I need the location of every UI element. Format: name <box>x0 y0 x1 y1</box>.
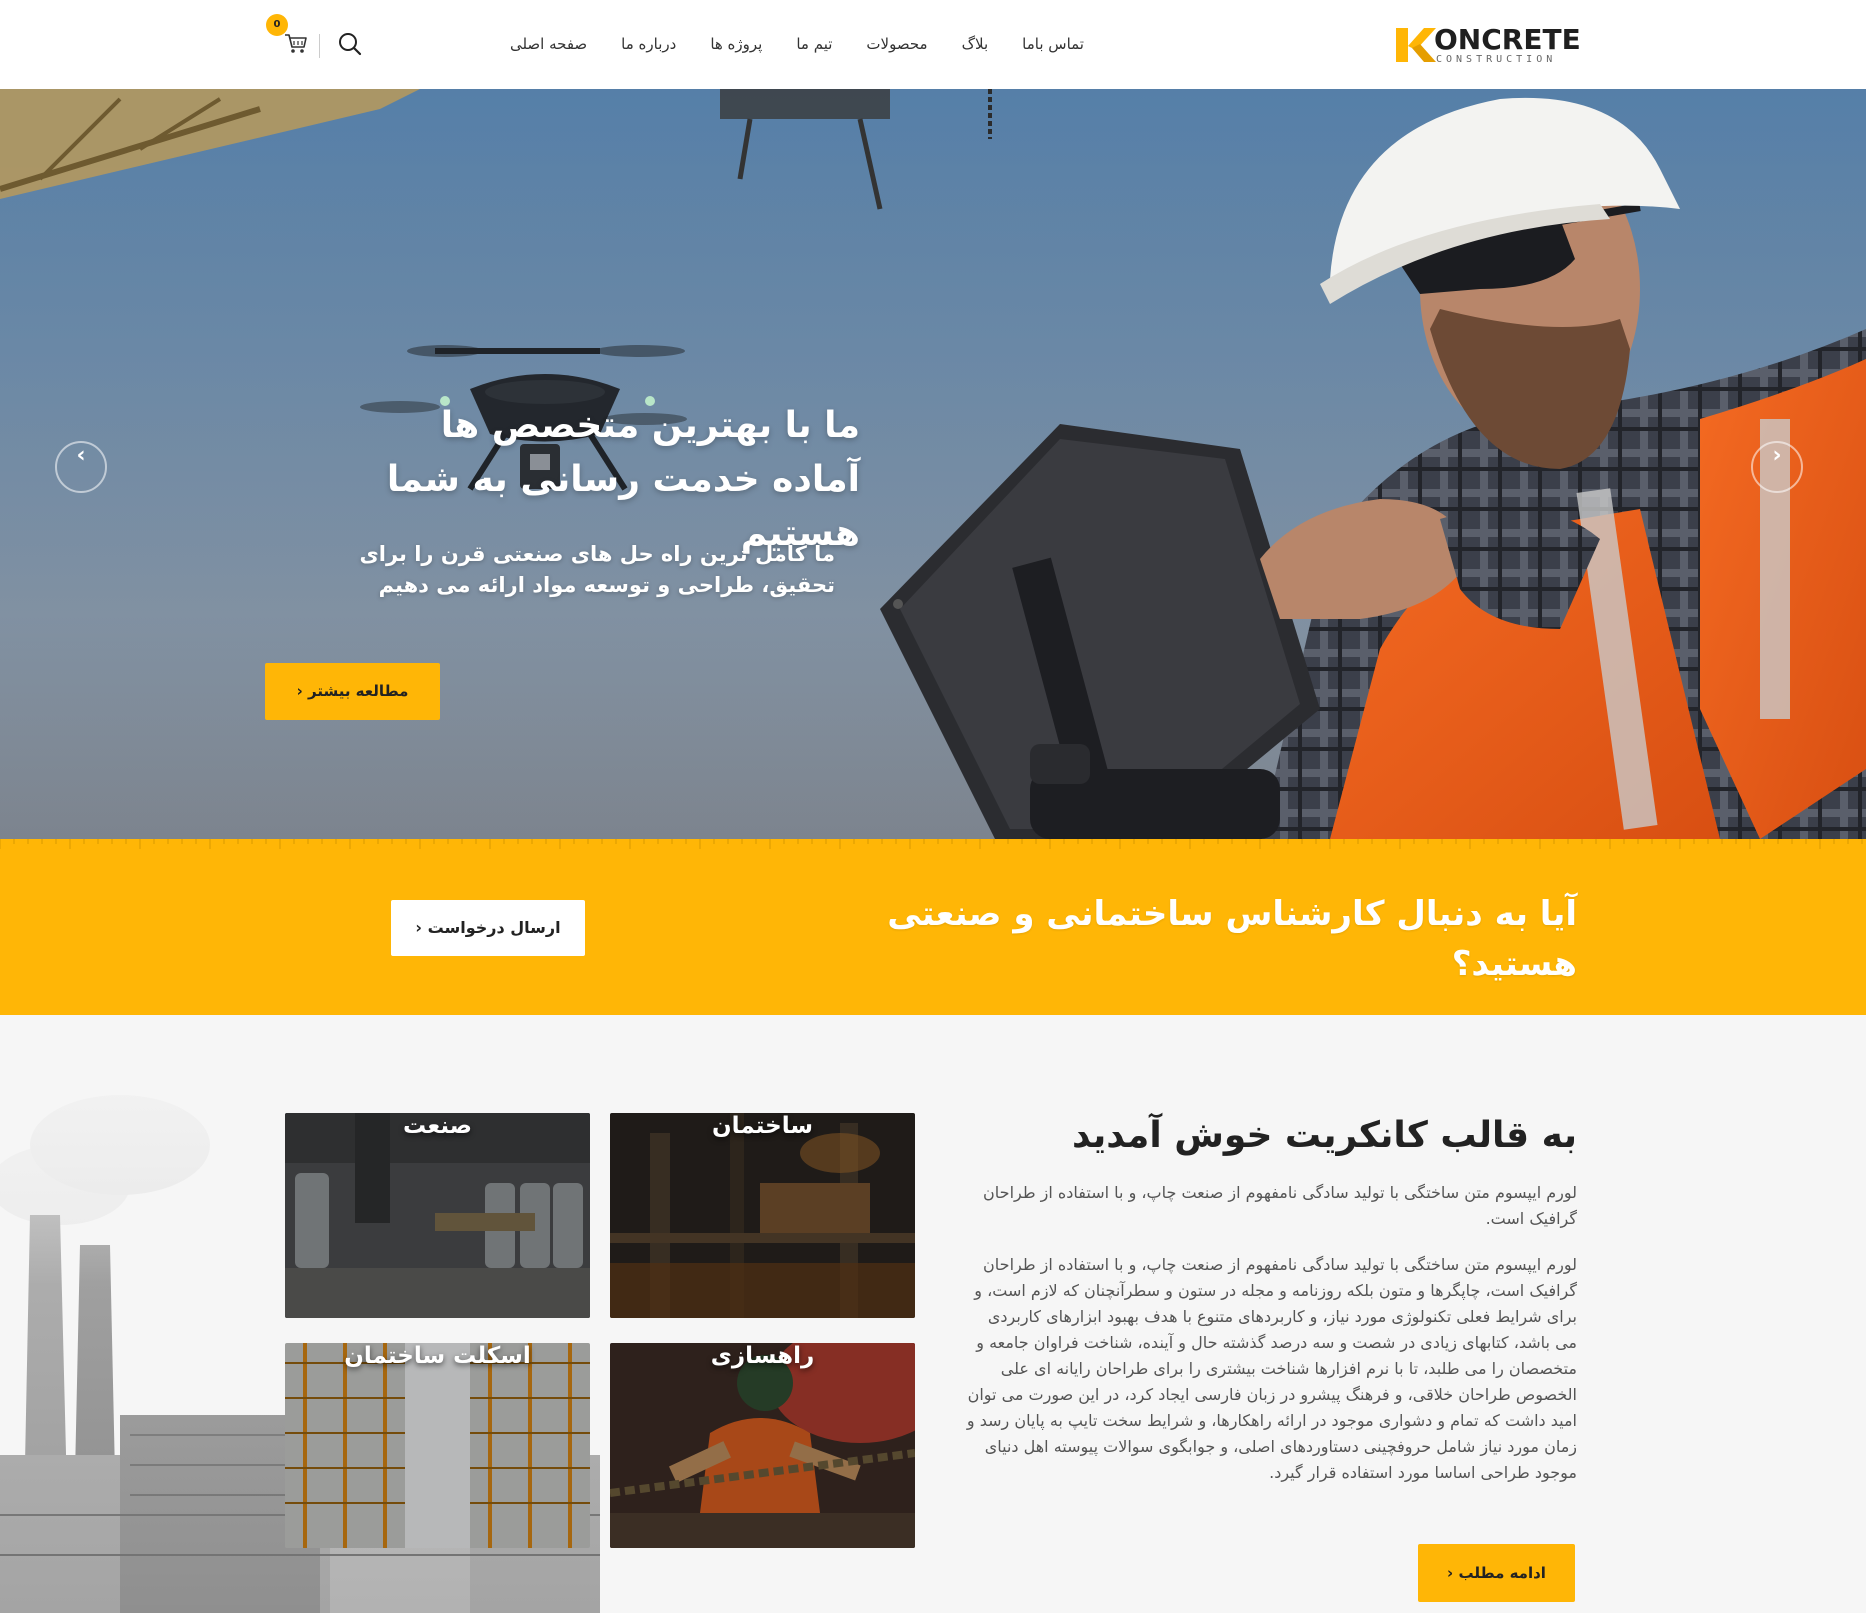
tile-label: صنعت <box>403 1113 472 1139</box>
cta-band: آیا به دنبال کارشناس ساختمانی و صنعتی هس… <box>0 839 1866 1015</box>
page: ONCRETE CONSTRUCTION صفحه اصلی درباره ما… <box>0 0 1866 1613</box>
send-request-label: ارسال درخواست <box>427 918 561 937</box>
search-icon <box>339 33 362 56</box>
cta-heading: آیا به دنبال کارشناس ساختمانی و صنعتی هس… <box>887 894 1577 984</box>
hero-title-line1: ما با بهترین متخصص ها <box>440 405 860 446</box>
service-tile-structure[interactable]: اسکلت ساختمان <box>285 1343 590 1548</box>
welcome-paragraph-2: لورم ایپسوم متن ساختگی با تولید سادگی نا… <box>966 1255 1577 1482</box>
hero-subtitle-line1: ما کامل ترین راه حل های صنعتی قرن را برا… <box>359 542 835 566</box>
chevron-left-icon: ‹ <box>76 443 86 468</box>
read-more-label: مطالعه بیشتر <box>307 682 409 700</box>
nav-item-contact[interactable]: تماس باما <box>1022 30 1084 58</box>
service-tile-industry[interactable]: صنعت <box>285 1113 590 1318</box>
read-more-button[interactable]: مطالعه بیشتر ‹ <box>265 663 440 720</box>
logo-wordmark: ONCRETE <box>1434 23 1581 56</box>
welcome-section: ساختمان صنعت راهسازی اسکلت ساختمان به قا… <box>0 1015 1866 1613</box>
hero-subtitle-line2: تحقیق، طراحی و توسعه مواد ارائه می دهیم <box>378 573 835 597</box>
nav-item-home[interactable]: صفحه اصلی <box>510 30 587 58</box>
welcome-title: به قالب کانکریت خوش آمدید <box>1071 1115 1577 1156</box>
logo-k-mark <box>1396 28 1436 62</box>
hero-slider: ‹ › ما با بهترین متخصص ها آماده خدمت رسا… <box>0 89 1866 839</box>
service-tile-roads[interactable]: راهسازی <box>610 1343 915 1548</box>
chevron-left-icon: ‹ <box>415 918 422 937</box>
cart-icon <box>285 34 307 53</box>
tile-label: ساختمان <box>712 1113 813 1139</box>
nav-item-blog[interactable]: بلاگ <box>962 30 989 58</box>
cart-button[interactable] <box>283 30 309 56</box>
nav-item-team[interactable]: تیم ما <box>796 30 832 58</box>
search-button[interactable] <box>337 30 363 58</box>
nav-item-products[interactable]: محصولات <box>866 30 927 58</box>
continue-reading-button[interactable]: ادامه مطلب ‹ <box>1418 1544 1575 1602</box>
header-divider <box>319 34 320 58</box>
welcome-paragraph-1: لورم ایپسوم متن ساختگی با تولید سادگی نا… <box>983 1183 1577 1228</box>
cart-count-badge: 0 <box>266 14 288 36</box>
site-logo[interactable]: ONCRETE CONSTRUCTION <box>1394 24 1581 66</box>
chevron-left-icon: ‹ <box>296 682 303 700</box>
logo-subtitle: CONSTRUCTION <box>1436 54 1557 65</box>
continue-reading-label: ادامه مطلب <box>1458 1564 1546 1582</box>
hero-subtitle: ما کامل ترین راه حل های صنعتی قرن را برا… <box>260 539 835 601</box>
tile-label: راهسازی <box>710 1343 815 1369</box>
service-tile-building[interactable]: ساختمان <box>610 1113 915 1318</box>
main-nav: صفحه اصلی درباره ما پروژه ها تیم ما محصو… <box>510 30 1084 58</box>
chevron-right-icon: › <box>1772 443 1782 468</box>
slider-next-button[interactable]: › <box>1751 441 1803 493</box>
send-request-button[interactable]: ارسال درخواست ‹ <box>391 900 585 956</box>
nav-item-projects[interactable]: پروژه ها <box>710 30 762 58</box>
site-header: ONCRETE CONSTRUCTION صفحه اصلی درباره ما… <box>0 0 1866 89</box>
slider-prev-button[interactable]: ‹ <box>55 441 107 493</box>
hero-title: ما با بهترین متخصص ها آماده خدمت رسانی ب… <box>260 399 860 561</box>
ruler-decoration <box>0 839 1863 849</box>
nav-item-about[interactable]: درباره ما <box>621 30 676 58</box>
chevron-left-icon: ‹ <box>1447 1564 1454 1582</box>
tile-label: اسکلت ساختمان <box>344 1343 531 1369</box>
